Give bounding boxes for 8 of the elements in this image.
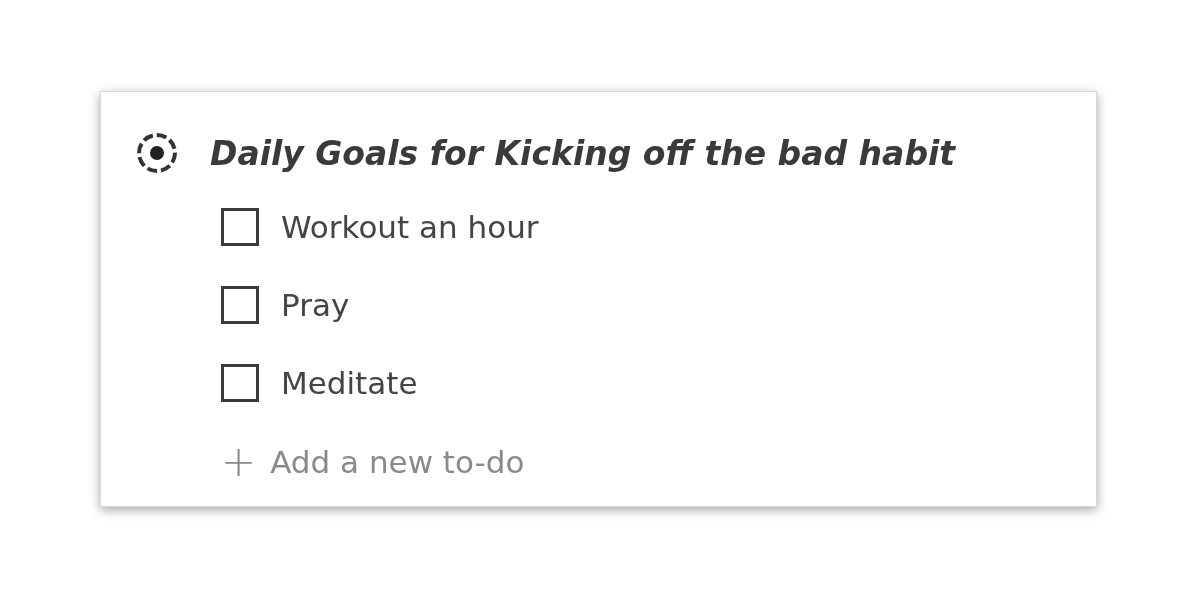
add-todo-button[interactable]: + Add a new to-do (221, 422, 1096, 502)
todo-label: Pray (281, 285, 350, 325)
checkbox[interactable] (221, 286, 259, 324)
checkbox[interactable] (221, 364, 259, 402)
todo-label: Workout an hour (281, 207, 539, 247)
todo-label: Meditate (281, 363, 418, 403)
checkbox[interactable] (221, 208, 259, 246)
list-title: Daily Goals for Kicking off the bad habit (210, 136, 956, 170)
